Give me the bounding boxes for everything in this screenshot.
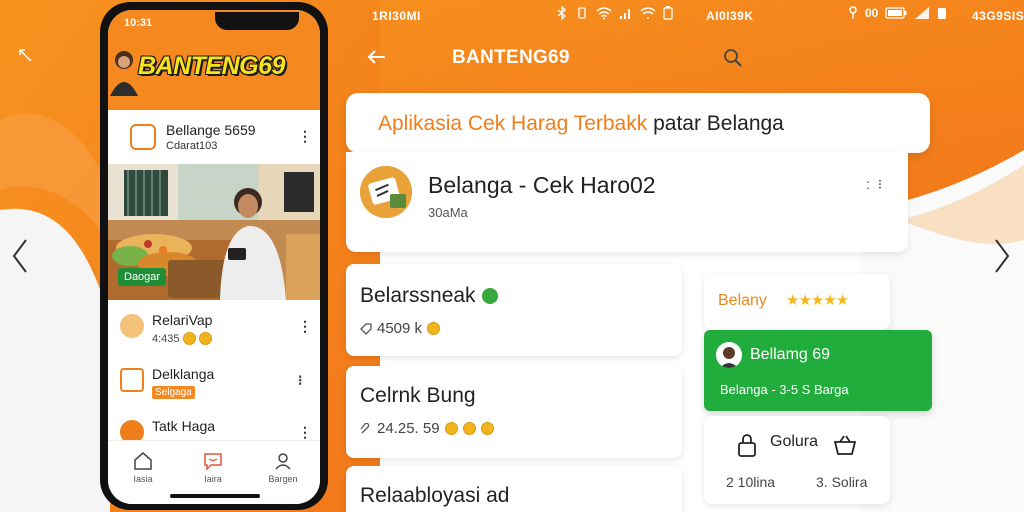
- tag-icon: [360, 322, 372, 335]
- list-item-tag: Selgaga: [152, 386, 195, 399]
- tab-chat[interactable]: Iaira: [188, 451, 238, 484]
- list-item-meta: Selgaga: [152, 386, 195, 399]
- more-options-icon[interactable]: ⋮: [298, 128, 312, 145]
- basket-icon: [832, 432, 858, 458]
- tagline-plain: patar: [647, 112, 707, 135]
- tagline-orange: Aplikasia Cek Harag Terbakk: [378, 112, 648, 135]
- chat-icon: [204, 453, 222, 471]
- battery-full-icon: [885, 7, 907, 19]
- status-icons-group: [556, 6, 673, 20]
- list-card-title: Relaabloyasi ad: [360, 484, 510, 507]
- phone-brand-logo: BANTENG69: [138, 52, 285, 80]
- phone-banner-image: Daogar: [108, 164, 320, 300]
- arrow-left-icon[interactable]: [366, 46, 388, 68]
- coin-icon: [462, 422, 476, 435]
- stats-left-value: 2 10lina: [726, 474, 776, 490]
- featured-app-title: Bellamg 69: [750, 346, 831, 363]
- battery-small-icon: [938, 8, 947, 19]
- list-card[interactable]: Relaabloyasi ad: [346, 466, 682, 512]
- coin-icon: [427, 322, 441, 335]
- corner-arrow-icon: [18, 48, 34, 69]
- featured-app-subtitle: Belanga - 3-5 S Barga: [720, 382, 849, 397]
- avatar: [120, 314, 144, 338]
- list-card-meta: 24.25. 59: [377, 420, 440, 437]
- tab-profile[interactable]: Bargen: [258, 451, 308, 484]
- coin-icon: [198, 332, 212, 345]
- tagline-banner: Aplikasia Cek Harag Terbakk patar Belang…: [346, 93, 930, 153]
- profile-icon: [275, 453, 291, 470]
- list-card-title: Belarssneak: [360, 284, 476, 307]
- app-logo: [360, 166, 412, 218]
- coin-icon: [480, 422, 494, 435]
- list-item-title: RelariVap: [152, 312, 213, 328]
- more-options-icon[interactable]: : ⁝: [866, 176, 884, 193]
- signal-bars-icon: [915, 7, 930, 19]
- app-icon: [130, 124, 156, 150]
- list-card-meta-row: 24.25. 59: [360, 420, 494, 437]
- tab-home[interactable]: Iasia: [118, 451, 168, 484]
- avatar: [716, 342, 742, 368]
- featured-app-card[interactable]: Bellamg 69 Belanga - 3-5 S Barga: [704, 330, 932, 411]
- stats-label: Golura: [770, 433, 819, 450]
- list-card[interactable]: Celrnk Bung 24.25. 59: [346, 366, 682, 458]
- wifi-icon-2: [640, 7, 656, 19]
- list-item[interactable]: RelariVap 4:435 ⋮: [108, 304, 320, 356]
- banner-badge: Daogar: [118, 268, 167, 286]
- coin-icon: [444, 422, 458, 435]
- avatar: [110, 48, 138, 96]
- list-card[interactable]: Belarssneak 4509 k: [346, 264, 682, 356]
- phone-notch: [215, 12, 299, 30]
- app-title: BANTENG69: [452, 47, 570, 68]
- phone-app-subtitle: Cdarat103: [166, 140, 218, 152]
- list-item-meta: 4:435: [152, 332, 212, 345]
- more-options-icon[interactable]: ⋮: [298, 424, 312, 441]
- app-icon: [120, 368, 144, 392]
- search-icon[interactable]: [722, 47, 744, 69]
- wifi-icon: [596, 7, 612, 20]
- list-item-title: Tatk Haga: [152, 418, 216, 434]
- phone-screen: 10:31 BANTENG69 Bellange 5659 Cdarat103 …: [108, 10, 320, 504]
- phone-status-time: 10:31: [124, 17, 153, 29]
- star-rating-icon: ★★★★★: [786, 292, 849, 309]
- previous-slide-icon[interactable]: [10, 236, 30, 276]
- rating-card: Belany ★★★★★: [704, 274, 890, 330]
- stats-right-value: 3. Solira: [816, 474, 868, 490]
- more-options-icon[interactable]: ⁝: [298, 372, 302, 389]
- phone-mockup: 10:31 BANTENG69 Bellange 5659 Cdarat103 …: [100, 2, 328, 510]
- vibrate-icon: [578, 7, 586, 19]
- location-icon: [849, 6, 857, 19]
- list-card-meta-row: 4509 k: [360, 320, 441, 337]
- stats-card: Golura 2 10lina 3. Solira: [704, 416, 890, 504]
- signal-icon: [620, 9, 630, 19]
- lock-icon: [734, 432, 760, 458]
- list-item[interactable]: Delklanga Selgaga ⁝: [108, 358, 320, 410]
- home-indicator: [170, 494, 260, 498]
- status-carrier: AI0I39K: [706, 9, 754, 23]
- app-detail-title: Belanga - Cek Haro02: [428, 172, 656, 198]
- coin-icon: [182, 332, 196, 345]
- list-item-title: Delklanga: [152, 366, 215, 382]
- phone-app-row[interactable]: Bellange 5659 Cdarat103 ⋮: [108, 110, 320, 164]
- tagline-dark: Belanga: [706, 112, 784, 135]
- paperclip-icon: [360, 422, 370, 433]
- app-detail-card[interactable]: Belanga - Cek Haro02 30aMa : ⁝: [346, 152, 908, 252]
- status-icons-right: 00: [848, 6, 947, 20]
- list-card-meta: 4509 k: [377, 320, 423, 337]
- bluetooth-icon: [557, 6, 567, 20]
- status-00: 00: [865, 6, 879, 20]
- phone-app-title: Bellange 5659: [166, 122, 256, 138]
- home-icon: [134, 452, 152, 470]
- status-far-right: 43G9SIS: [972, 9, 1024, 23]
- status-time: 1RI30MI: [372, 9, 421, 23]
- battery-icon: [663, 6, 673, 20]
- rating-label: Belany: [718, 292, 767, 309]
- more-options-icon[interactable]: ⋮: [298, 318, 312, 335]
- app-detail-subtitle: 30aMa: [428, 205, 468, 220]
- next-slide-icon[interactable]: [992, 236, 1012, 276]
- list-card-title: Celrnk Bung: [360, 384, 476, 407]
- verified-icon: [481, 288, 498, 305]
